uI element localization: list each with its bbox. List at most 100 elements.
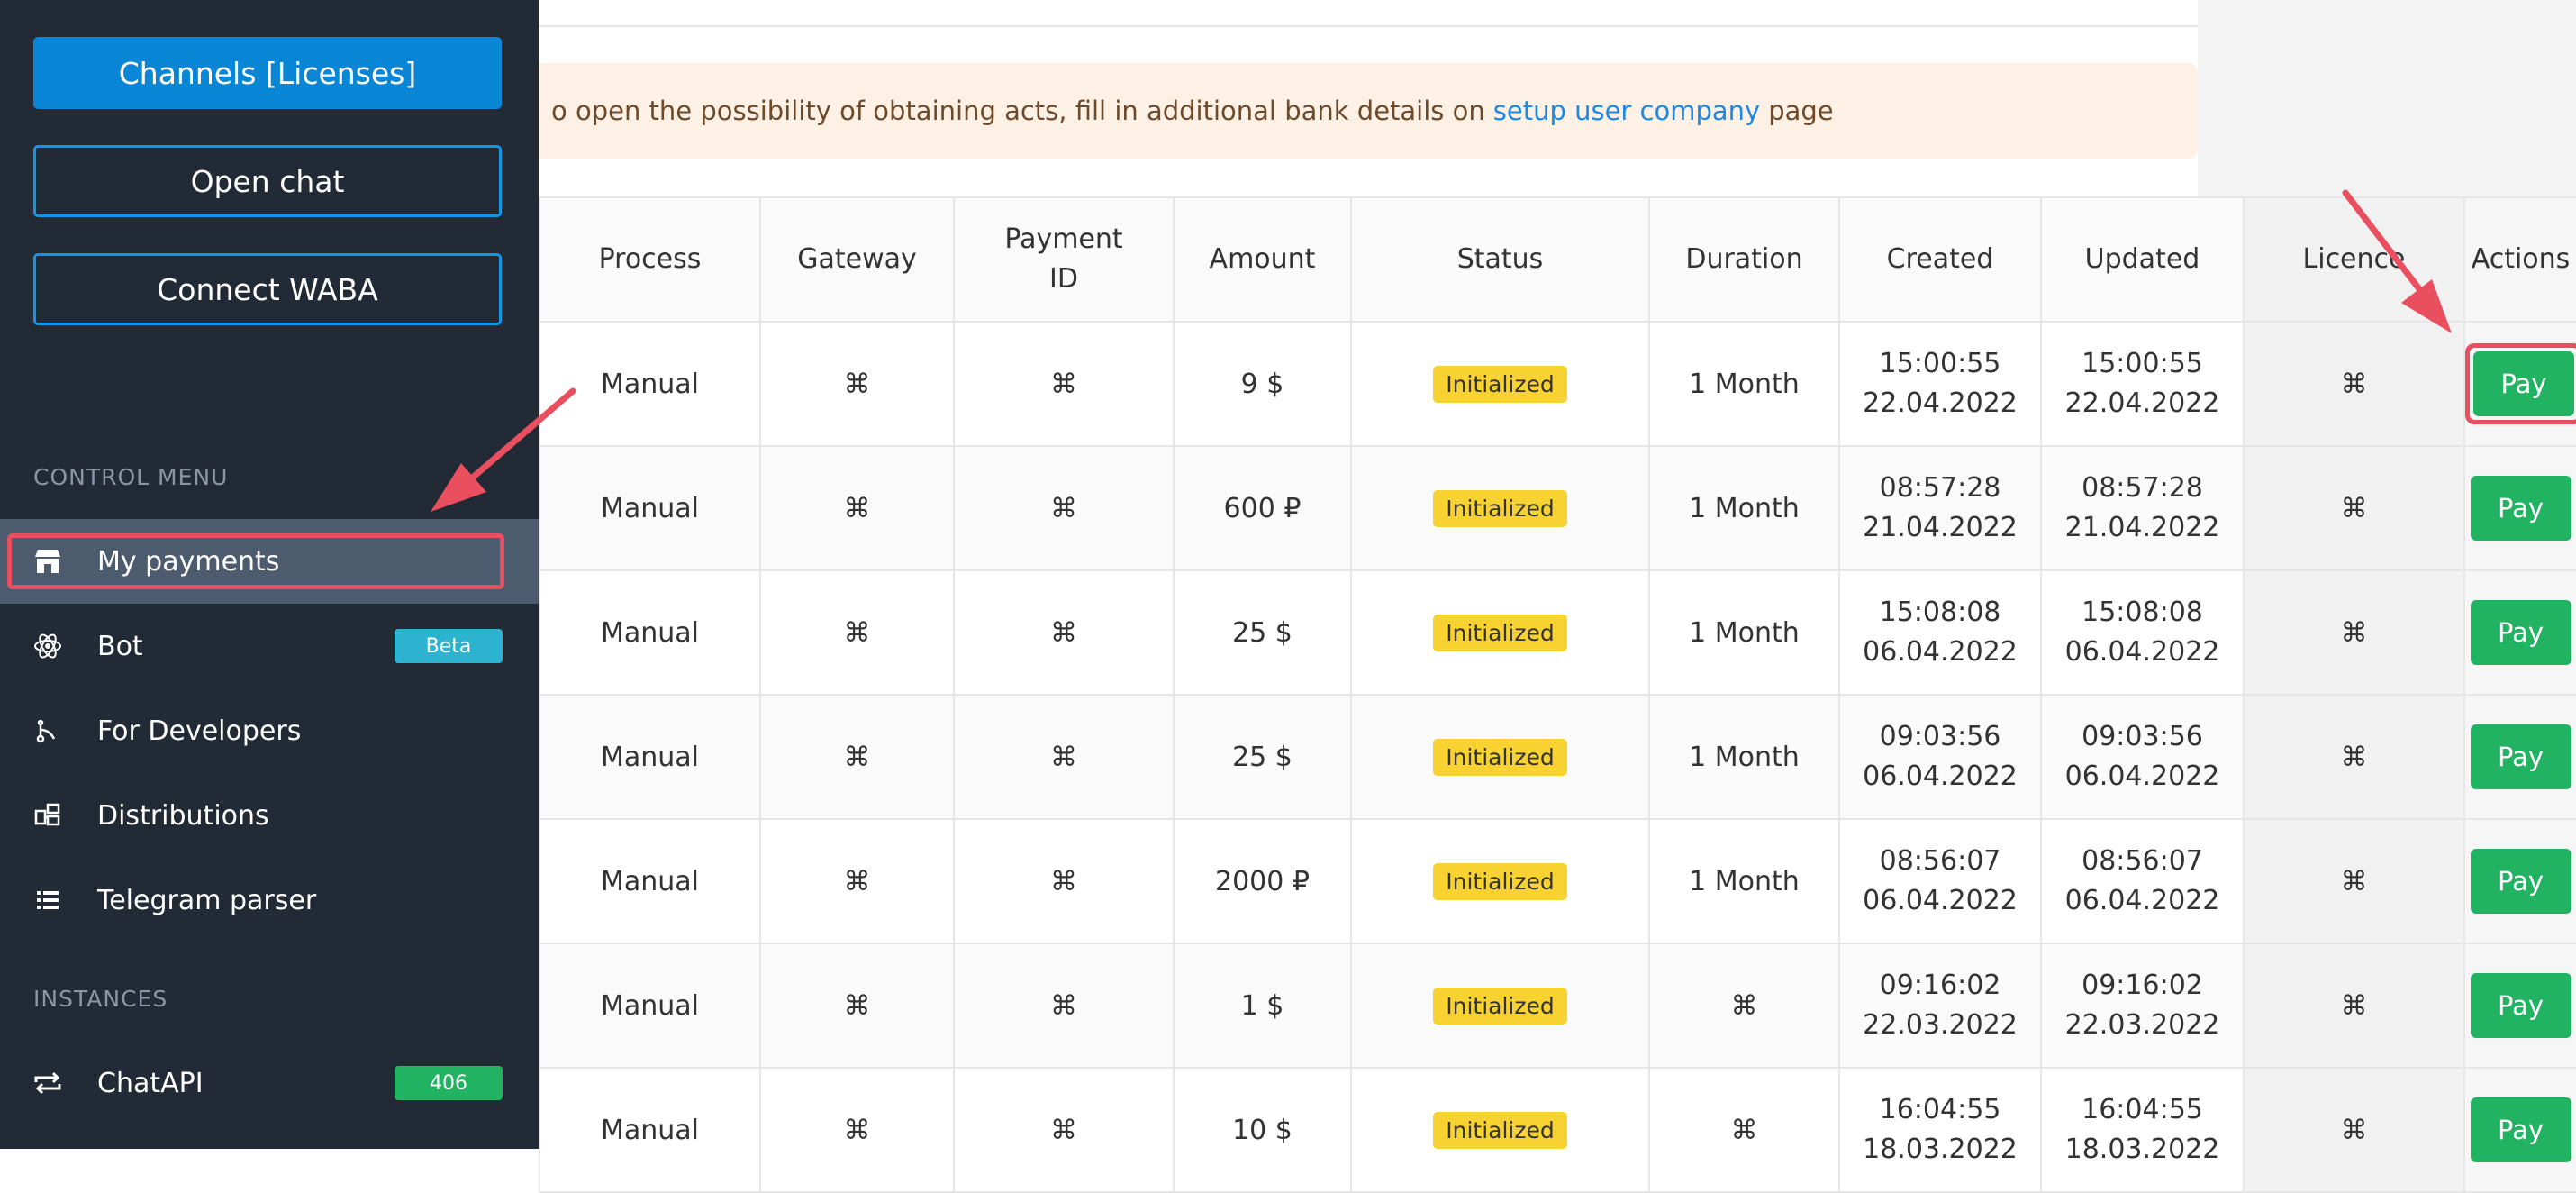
status-badge: Initialized [1433,862,1567,900]
sidebar-item-my-payments[interactable]: My payments [0,519,539,604]
updated-time: 09:16:02 [2082,970,2203,1001]
cell-created: 15:00:55 22.04.2022 [1838,321,2042,447]
updated-time: 15:00:55 [2082,348,2203,379]
sidebar-item-bot[interactable]: Bot Beta [0,604,539,688]
sidebar-item-label: Telegram parser [97,884,317,916]
status-badge: Initialized [1433,614,1567,651]
instances-label: INSTANCES [33,986,168,1012]
table-header-row: Process Gateway Payment ID Amount Status… [539,196,2576,323]
sidebar-item-for-developers[interactable]: For Developers [0,688,539,773]
cell-updated: 09:03:56 06.04.2022 [2040,694,2245,820]
cell-amount: 2000 ₽ [1173,818,1352,944]
cell-gateway: ⌘ [759,943,955,1069]
cell-gateway: ⌘ [759,445,955,571]
updated-date: 22.04.2022 [2064,387,2220,419]
table-row: Manual ⌘ ⌘ 1 $ Initialized ⌘ 09:16:02 22.03.202… [539,943,2576,1069]
table-row: Manual ⌘ ⌘ 10 $ Initialized ⌘ 16:04:55 18.03.20… [539,1067,2576,1193]
sidebar-item-label: For Developers [97,715,302,747]
sidebar-item-label: ChatAPI [97,1067,204,1099]
cell-status: Initialized [1350,943,1650,1069]
cell-updated: 16:04:55 18.03.2022 [2040,1067,2245,1193]
created-time: 08:56:07 [1879,845,2001,877]
pay-button[interactable]: Pay [2470,849,2571,914]
top-strip [539,0,2236,27]
pay-button-highlight: Pay [2465,343,2576,424]
cell-status: Initialized [1350,818,1650,944]
sidebar-item-distributions[interactable]: Distributions [0,773,539,858]
pay-button[interactable]: Pay [2470,476,2571,541]
updated-time: 16:04:55 [2082,1094,2203,1125]
cell-status: Initialized [1350,1067,1650,1193]
created-time: 09:03:56 [1879,721,2001,752]
cell-amount: 1 $ [1173,943,1352,1069]
sidebar-item-telegram-parser[interactable]: Telegram parser [0,858,539,943]
cell-payment-id: ⌘ [953,321,1175,447]
cell-process: Manual [539,1067,761,1193]
cell-process: Manual [539,445,761,571]
connect-waba-button[interactable]: Connect WABA [33,253,502,325]
cell-actions: Pay [2463,1067,2576,1193]
cell-licence: ⌘ [2243,321,2465,447]
created-date: 18.03.2022 [1863,1134,2018,1165]
status-badge: Initialized [1433,1111,1567,1149]
table-row: Manual ⌘ ⌘ 25 $ Initialized 1 Month 09:03:56 06… [539,694,2576,820]
cell-duration: 1 Month [1648,818,1840,944]
pay-button[interactable]: Pay [2470,600,2571,665]
updated-date: 06.04.2022 [2064,636,2220,668]
setup-user-company-link[interactable]: setup user company [1493,96,1760,126]
pay-button[interactable]: Pay [2470,1097,2571,1162]
cell-actions: Pay [2463,943,2576,1069]
col-licence: Licence [2243,196,2465,323]
cell-process: Manual [539,321,761,447]
created-time: 15:08:08 [1879,596,2001,628]
cell-duration: 1 Month [1648,569,1840,696]
pay-button[interactable]: Pay [2470,973,2571,1038]
created-time: 08:57:28 [1879,472,2001,504]
col-duration: Duration [1648,196,1840,323]
pay-button[interactable]: Pay [2470,724,2571,789]
cell-amount: 600 ₽ [1173,445,1352,571]
channels-licenses-button[interactable]: Channels [Licenses] [33,37,502,109]
sidebar-item-label: My payments [97,545,280,578]
created-date: 22.03.2022 [1863,1009,2018,1041]
cell-payment-id: ⌘ [953,943,1175,1069]
col-process: Process [539,196,761,323]
table-row: Manual ⌘ ⌘ 25 $ Initialized 1 Month 15:08:08 06… [539,569,2576,696]
pay-button[interactable]: Pay [2473,351,2574,416]
cell-created: 08:57:28 21.04.2022 [1838,445,2042,571]
instances-count-badge: 406 [395,1066,503,1100]
cell-duration: 1 Month [1648,445,1840,571]
col-payment-id-line1: Payment [1004,223,1123,255]
store-icon [32,546,63,577]
status-badge: Initialized [1433,489,1567,527]
cell-created: 09:03:56 06.04.2022 [1838,694,2042,820]
notice-text-after: page [1768,96,1834,126]
payments-table-container: Process Gateway Payment ID Amount Status… [539,196,2576,1193]
cell-process: Manual [539,818,761,944]
col-payment-id-line2: ID [1049,263,1078,295]
table-row: Manual ⌘ ⌘ 600 ₽ Initialized 1 Month 08:57:28 2… [539,445,2576,571]
updated-time: 08:57:28 [2082,472,2203,504]
cell-licence: ⌘ [2243,569,2465,696]
status-badge: Initialized [1433,365,1567,403]
table-row: Manual ⌘ ⌘ 2000 ₽ Initialized 1 Month 08:56:07… [539,818,2576,944]
sidebar-item-chatapi[interactable]: ChatAPI 406 [0,1041,539,1125]
col-updated: Updated [2040,196,2245,323]
created-time: 16:04:55 [1879,1094,2001,1125]
cell-gateway: ⌘ [759,1067,955,1193]
updated-date: 18.03.2022 [2064,1134,2220,1165]
open-chat-button[interactable]: Open chat [33,145,502,217]
cell-payment-id: ⌘ [953,818,1175,944]
created-date: 22.04.2022 [1863,387,2018,419]
cell-actions: Pay [2463,694,2576,820]
cell-payment-id: ⌘ [953,694,1175,820]
updated-date: 06.04.2022 [2064,885,2220,916]
col-status: Status [1350,196,1650,323]
col-gateway: Gateway [759,196,955,323]
updated-date: 21.04.2022 [2064,512,2220,543]
payments-table: Process Gateway Payment ID Amount Status… [539,196,2576,1193]
col-payment-id: Payment ID [953,196,1175,323]
updated-time: 15:08:08 [2082,596,2203,628]
control-menu-label: CONTROL MENU [33,464,229,490]
status-badge: Initialized [1433,987,1567,1025]
